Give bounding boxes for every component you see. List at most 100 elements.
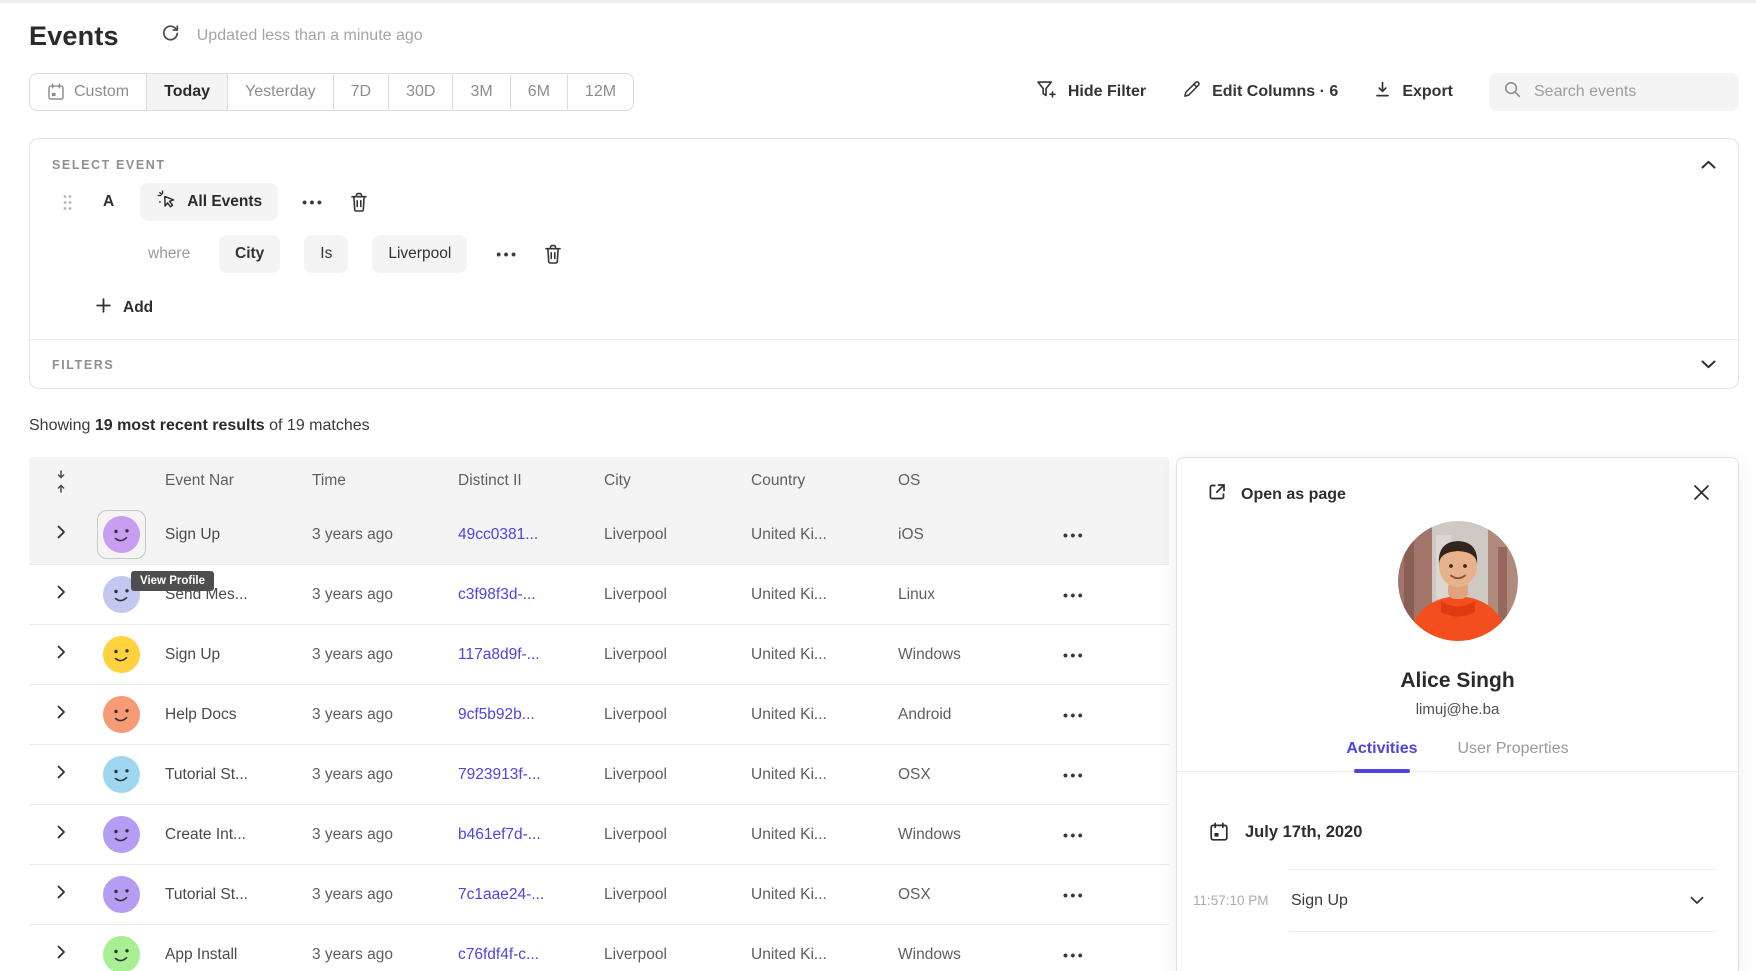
refresh-button[interactable]: [161, 24, 180, 48]
expand-row-button[interactable]: [57, 765, 66, 784]
date-range-tab-label: 6M: [528, 83, 550, 101]
user-avatar-icon[interactable]: [103, 876, 140, 913]
table-row[interactable]: Tutorial St... 3 years ago 7923913f-... …: [29, 745, 1169, 805]
row-more-button[interactable]: •••: [1055, 827, 1169, 843]
page-title: Events: [29, 21, 119, 52]
search-input[interactable]: [1534, 83, 1725, 101]
tab-user-properties[interactable]: User Properties: [1457, 740, 1568, 771]
row-more-button[interactable]: •••: [1055, 647, 1169, 663]
cell-distinct-id-link[interactable]: 7c1aae24-...: [458, 886, 604, 904]
user-avatar-icon[interactable]: [103, 516, 140, 553]
cell-time: 3 years ago: [312, 886, 458, 904]
cell-city: Liverpool: [604, 586, 751, 604]
filter-plus-icon: [1036, 80, 1057, 104]
user-avatar-icon[interactable]: [103, 756, 140, 793]
event-letter: A: [103, 193, 114, 211]
date-range-tab[interactable]: Today: [147, 74, 228, 110]
expand-row-button[interactable]: [57, 585, 66, 604]
chevron-down-icon: [1690, 892, 1704, 910]
row-more-button[interactable]: •••: [1055, 527, 1169, 543]
cell-distinct-id-link[interactable]: 117a8d9f-...: [458, 646, 604, 664]
trash-icon[interactable]: [350, 192, 368, 212]
tab-activities[interactable]: Activities: [1346, 740, 1417, 771]
chevron-right-icon: [57, 765, 66, 784]
table-row[interactable]: Tutorial St... 3 years ago 7c1aae24-... …: [29, 865, 1169, 925]
profile-panel: Open as page: [1176, 457, 1739, 971]
event-more-button[interactable]: •••: [302, 194, 324, 210]
close-panel-button[interactable]: [1693, 484, 1710, 506]
row-more-button[interactable]: •••: [1055, 947, 1169, 963]
cell-os: iOS: [898, 526, 1055, 544]
cell-os: Linux: [898, 586, 1055, 604]
trash-icon[interactable]: [544, 244, 562, 264]
table-row[interactable]: App Install 3 years ago c76fdf4f-c... Li…: [29, 925, 1169, 971]
column-header-os: OS: [898, 472, 1055, 490]
value-pill[interactable]: Liverpool: [372, 235, 467, 273]
toolbar-actions: Hide Filter Edit Columns · 6 Export: [1036, 73, 1739, 111]
cell-distinct-id-link[interactable]: 9cf5b92b...: [458, 706, 604, 724]
page-header: Events Updated less than a minute ago: [29, 16, 423, 56]
date-range-tab[interactable]: 6M: [511, 74, 568, 110]
date-range-tab[interactable]: 30D: [389, 74, 453, 110]
cell-distinct-id-link[interactable]: b461ef7d-...: [458, 826, 604, 844]
external-link-icon: [1207, 482, 1227, 507]
collapse-rows-icon[interactable]: [55, 470, 67, 493]
cell-country: United Ki...: [751, 886, 898, 904]
date-range-tab-label: 30D: [406, 83, 435, 101]
user-avatar-icon[interactable]: [103, 816, 140, 853]
date-range-tab[interactable]: 12M: [568, 74, 633, 110]
drag-handle-icon[interactable]: [62, 194, 73, 211]
date-range-tab[interactable]: 7D: [334, 74, 389, 110]
open-as-page-button[interactable]: Open as page: [1207, 482, 1346, 507]
profile-tabs: Activities User Properties: [1177, 740, 1738, 772]
avatar-hover-ring: [97, 750, 146, 799]
table-row[interactable]: Sign Up 3 years ago 117a8d9f-... Liverpo…: [29, 625, 1169, 685]
row-more-button[interactable]: •••: [1055, 767, 1169, 783]
date-range-tabs: Custom Today Yesterday 7D 30D 3M 6M 12M: [29, 73, 634, 111]
top-divider: [0, 0, 1756, 3]
cell-os: Android: [898, 706, 1055, 724]
expand-row-button[interactable]: [57, 645, 66, 664]
date-range-tab[interactable]: 3M: [453, 74, 510, 110]
filters-section-toggle[interactable]: FILTERS: [30, 340, 1738, 389]
date-range-tab[interactable]: Custom: [30, 74, 147, 110]
cell-city: Liverpool: [604, 886, 751, 904]
row-more-button[interactable]: •••: [1055, 707, 1169, 723]
expand-row-button[interactable]: [57, 825, 66, 844]
expand-row-button[interactable]: [57, 885, 66, 904]
collapse-section-button[interactable]: [1701, 156, 1716, 174]
results-summary: Showing 19 most recent results of 19 mat…: [29, 417, 370, 435]
avatar-hover-ring: [97, 930, 146, 971]
event-name-pill[interactable]: All Events: [140, 183, 278, 221]
cell-distinct-id-link[interactable]: 7923913f-...: [458, 766, 604, 784]
user-avatar-icon[interactable]: [103, 696, 140, 733]
updated-status: Updated less than a minute ago: [197, 27, 423, 45]
cell-distinct-id-link[interactable]: c76fdf4f-c...: [458, 946, 604, 964]
table-row[interactable]: Sign Up 3 years ago 49cc0381... Liverpoo…: [29, 505, 1169, 565]
cell-os: Windows: [898, 826, 1055, 844]
cell-distinct-id-link[interactable]: 49cc0381...: [458, 526, 604, 544]
cell-distinct-id-link[interactable]: c3f98f3d-...: [458, 586, 604, 604]
property-pill[interactable]: City: [219, 235, 280, 273]
cell-time: 3 years ago: [312, 706, 458, 724]
user-avatar-icon[interactable]: [103, 636, 140, 673]
row-more-button[interactable]: •••: [1055, 887, 1169, 903]
expand-row-button[interactable]: [57, 525, 66, 544]
date-range-tab[interactable]: Yesterday: [228, 74, 334, 110]
cell-country: United Ki...: [751, 706, 898, 724]
expand-row-button[interactable]: [57, 945, 66, 964]
user-avatar-icon[interactable]: [103, 936, 140, 971]
hide-filter-button[interactable]: Hide Filter: [1036, 80, 1146, 104]
row-more-button[interactable]: •••: [1055, 587, 1169, 603]
activity-row[interactable]: 11:57:10 PM Sign Up: [1177, 869, 1738, 932]
expand-row-button[interactable]: [57, 705, 66, 724]
add-event-button[interactable]: Add: [96, 289, 153, 327]
clause-more-button[interactable]: •••: [496, 246, 518, 262]
edit-columns-button[interactable]: Edit Columns · 6: [1182, 80, 1338, 104]
cell-city: Liverpool: [604, 646, 751, 664]
date-range-tab-label: 7D: [351, 83, 371, 101]
table-row[interactable]: Create Int... 3 years ago b461ef7d-... L…: [29, 805, 1169, 865]
table-row[interactable]: Help Docs 3 years ago 9cf5b92b... Liverp…: [29, 685, 1169, 745]
operator-pill[interactable]: Is: [304, 235, 348, 273]
export-button[interactable]: Export: [1374, 81, 1453, 103]
